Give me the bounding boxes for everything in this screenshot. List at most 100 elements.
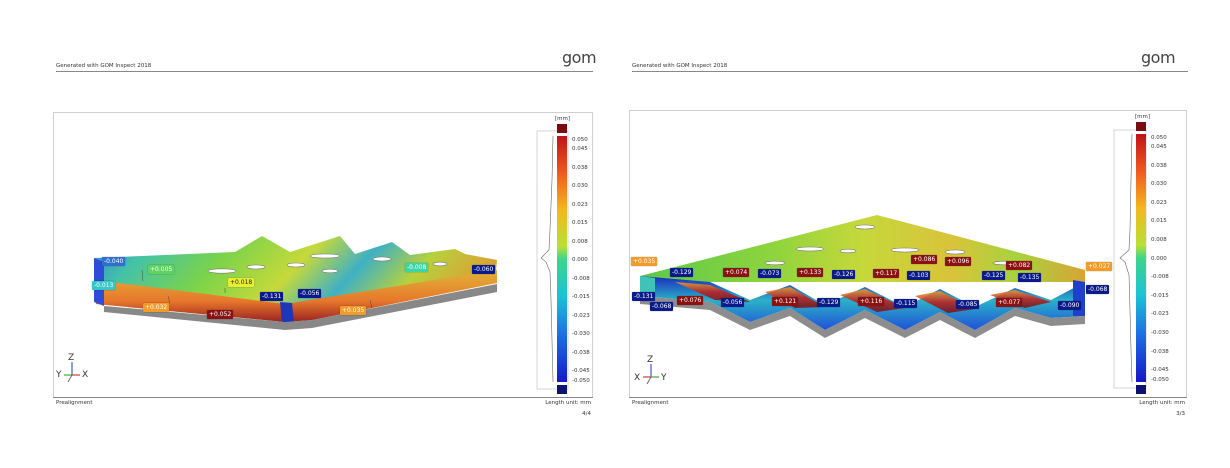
scale-tick: 0.050 (572, 137, 588, 143)
scale-tick: -0.023 (572, 313, 590, 319)
axis-label-z: Z (647, 355, 654, 365)
deviation-label[interactable]: +0.035 (340, 306, 367, 315)
scale-tick: 0.023 (572, 202, 588, 208)
deviation-label[interactable]: +0.018 (228, 278, 255, 287)
scale-tick: -0.008 (572, 276, 590, 282)
deviation-label[interactable]: -0.090 (1058, 301, 1082, 310)
scale-unit: [mm] (1135, 114, 1151, 120)
deviation-label[interactable]: -0.129 (670, 268, 694, 277)
scale-over-limit (1136, 122, 1146, 131)
scale-tick: 0.015 (572, 220, 588, 226)
page-number: 3/3 (1176, 411, 1185, 417)
part-side-right (1073, 280, 1085, 316)
scale-tick: -0.008 (1151, 274, 1169, 280)
deviation-label[interactable]: +0.052 (207, 310, 234, 319)
deviation-label[interactable]: -0.125 (982, 271, 1006, 280)
deviation-label[interactable]: +0.035 (631, 257, 658, 266)
scale-over-limit (557, 124, 567, 133)
hole-5 (944, 249, 966, 255)
deviation-label[interactable]: -0.129 (817, 298, 841, 307)
scale-tick: 0.038 (1151, 163, 1167, 169)
alignment-name: Prealignment (56, 400, 93, 406)
report-page-3: Generated with GOM Inspect 2018 gom Z X … (615, 0, 1230, 468)
deviation-label[interactable]: -0.115 (894, 299, 918, 308)
axis-label-x: X (82, 370, 89, 380)
scale-tick: -0.038 (572, 350, 590, 356)
scale-tick: -0.045 (1151, 367, 1169, 373)
scale-tick: -0.023 (1151, 311, 1169, 317)
deviation-label[interactable]: -0.008 (405, 263, 429, 272)
deviation-label[interactable]: -0.060 (472, 265, 496, 274)
deviation-label[interactable]: +0.077 (996, 298, 1023, 307)
scale-unit: [mm] (555, 116, 571, 122)
scale-tick: -0.045 (572, 368, 590, 374)
deviation-label[interactable]: -0.135 (1018, 273, 1042, 282)
scale-under-limit (557, 385, 567, 394)
deviation-label[interactable]: -0.056 (721, 298, 745, 307)
deviation-label[interactable]: -0.073 (758, 269, 782, 278)
scale-tick: 0.008 (1151, 237, 1167, 243)
deviation-label[interactable]: +0.076 (677, 296, 704, 305)
deviation-label[interactable]: +0.096 (945, 257, 972, 266)
deviation-label[interactable]: -0.126 (832, 270, 856, 279)
deviation-label[interactable]: +0.027 (1086, 262, 1113, 271)
deviation-label[interactable]: -0.103 (907, 271, 931, 280)
color-scale-bar (1136, 134, 1146, 382)
scale-tick: 0.000 (572, 257, 588, 263)
report-page-4: Generated with GOM Inspect 2018 gom Z Y … (0, 0, 615, 468)
deviation-label[interactable]: +0.074 (723, 268, 750, 277)
scale-tick: -0.050 (1151, 377, 1169, 383)
footer-divider (629, 397, 1187, 398)
scale-tick: -0.038 (1151, 349, 1169, 355)
hole-5 (372, 256, 392, 262)
scale-tick: 0.050 (1151, 135, 1167, 141)
scale-tick: -0.030 (1151, 330, 1169, 336)
hole-4 (890, 247, 920, 253)
hole-6 (321, 268, 339, 274)
deviation-label[interactable]: -0.068 (650, 302, 674, 311)
length-unit: Length unit: mm (1139, 400, 1185, 406)
deviation-label[interactable]: -0.131 (632, 292, 656, 301)
hole-3 (286, 262, 306, 268)
deviation-label[interactable]: -0.013 (92, 281, 116, 290)
deviation-label[interactable]: -0.056 (298, 289, 322, 298)
deviation-label[interactable]: +0.133 (797, 268, 824, 277)
scale-tick: 0.000 (1151, 256, 1167, 262)
scale-tick: 0.030 (1151, 181, 1167, 187)
scale-tick: 0.045 (572, 146, 588, 152)
scale-tick: 0.030 (572, 183, 588, 189)
deviation-label[interactable]: -0.131 (260, 292, 284, 301)
scale-tick: 0.023 (1151, 200, 1167, 206)
axis-label-x: X (634, 373, 641, 383)
hole-2 (795, 246, 825, 252)
deviation-label[interactable]: -0.068 (1086, 285, 1110, 294)
scale-tick: -0.015 (1151, 293, 1169, 299)
hole-7 (432, 261, 448, 267)
deviation-label[interactable]: +0.032 (143, 303, 170, 312)
part-end-face (280, 302, 294, 323)
axis-label-z: Z (68, 353, 75, 363)
color-scale-bar (557, 136, 567, 382)
deviation-label[interactable]: +0.116 (858, 297, 885, 306)
scale-tick: -0.050 (572, 378, 590, 384)
coordinate-triad (643, 364, 659, 385)
deviation-label[interactable]: -0.040 (102, 257, 126, 266)
axis-label-y: Y (661, 373, 667, 383)
deviation-label[interactable]: +0.121 (772, 297, 799, 306)
hole-2 (246, 264, 266, 270)
deviation-label[interactable]: +0.086 (911, 255, 938, 264)
deviation-label[interactable]: +0.082 (1006, 261, 1033, 270)
alignment-name: Prealignment (632, 400, 669, 406)
page-number: 4/4 (582, 411, 591, 417)
footer-divider (53, 397, 593, 398)
axis-label-y: Y (56, 370, 62, 380)
scale-tick: -0.015 (572, 294, 590, 300)
scale-tick: 0.015 (1151, 218, 1167, 224)
scale-tick: -0.030 (572, 331, 590, 337)
deviation-label[interactable]: +0.117 (873, 269, 900, 278)
deviation-label[interactable]: -0.085 (956, 300, 980, 309)
hole-4 (309, 253, 341, 259)
scale-tick: 0.045 (1151, 144, 1167, 150)
scale-tick: 0.038 (572, 165, 588, 171)
deviation-label[interactable]: +0.005 (148, 265, 175, 274)
